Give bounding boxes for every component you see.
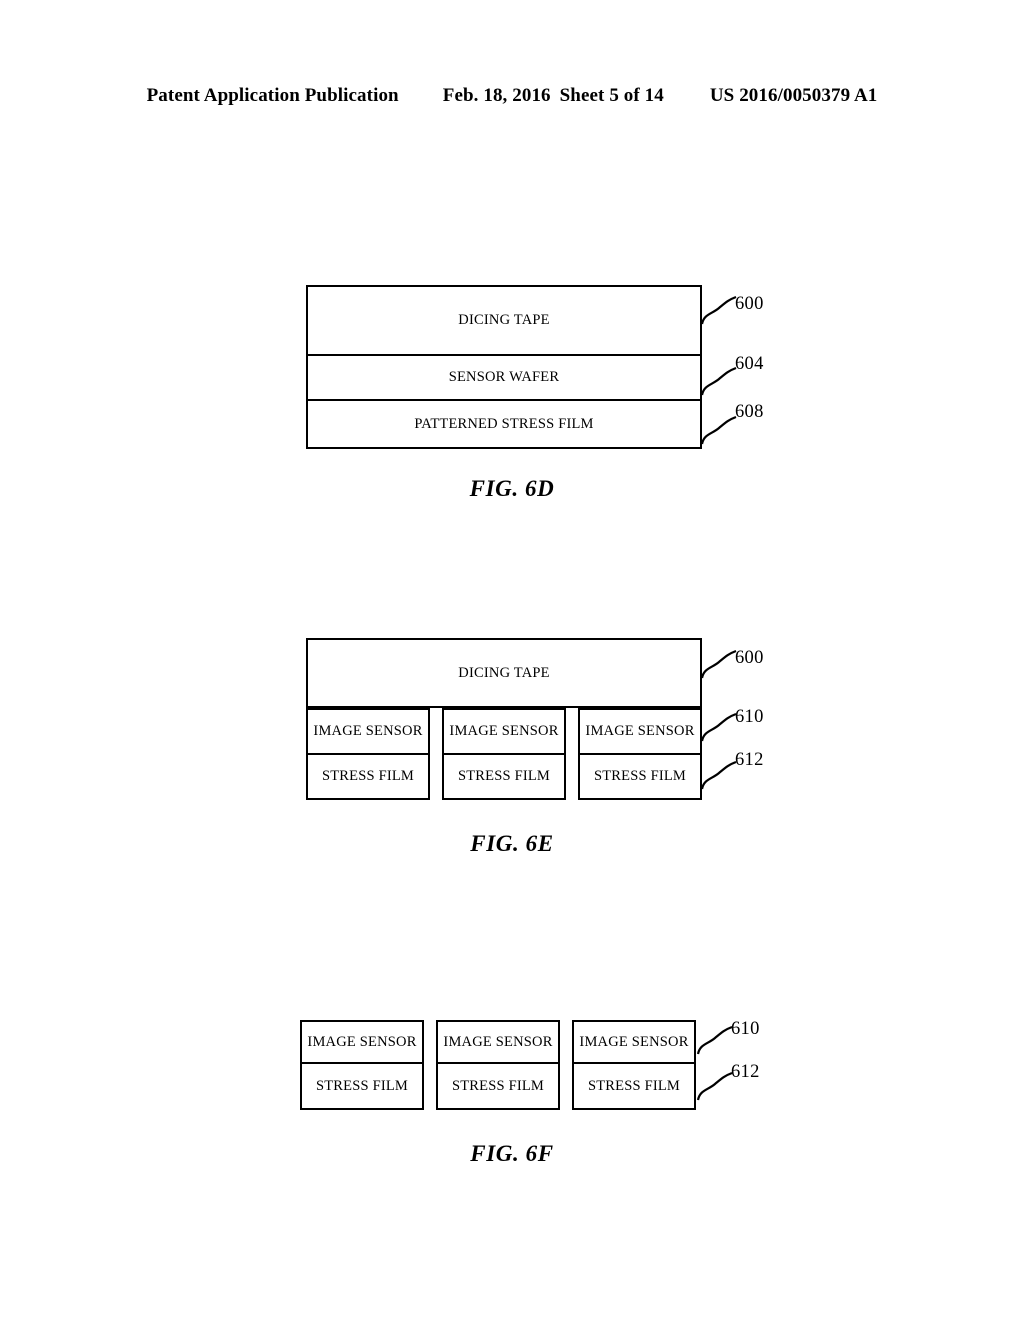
leader-line-610 — [696, 1025, 733, 1055]
header-sheet-number: Sheet 5 of 14 — [559, 85, 664, 106]
reference-numeral-600: 600 — [735, 648, 764, 668]
die-stack: IMAGE SENSOR STRESS FILM — [442, 708, 566, 800]
layer-label: IMAGE SENSOR — [579, 1033, 689, 1050]
layer-image-sensor: IMAGE SENSOR — [436, 1020, 560, 1064]
layer-label: DICING TAPE — [458, 312, 550, 328]
reference-numeral-612: 612 — [735, 750, 764, 770]
publication-header: Patent Application Publication Feb. 18, … — [0, 85, 1024, 107]
layer-label: STRESS FILM — [587, 1077, 681, 1094]
figure-6e-dicing-tape: DICING TAPE — [306, 638, 702, 708]
layer-sensor-wafer: SENSOR WAFER — [306, 356, 702, 401]
die-stack: IMAGE SENSOR STRESS FILM — [436, 1020, 560, 1110]
leader-line-610 — [700, 712, 737, 742]
layer-stress-film: STRESS FILM — [300, 1064, 424, 1110]
leader-line-612 — [696, 1071, 733, 1101]
patent-drawing-page: Patent Application Publication Feb. 18, … — [0, 0, 1024, 1320]
header-title: Patent Application Publication — [146, 85, 399, 106]
figure-6f-caption: FIG. 6F — [470, 1141, 554, 1166]
leader-line-600 — [700, 649, 737, 679]
figure-6d-caption: FIG. 6D — [469, 476, 555, 501]
layer-image-sensor: IMAGE SENSOR — [300, 1020, 424, 1064]
layer-label: IMAGE SENSOR — [307, 1033, 417, 1050]
layer-label: IMAGE SENSOR — [313, 723, 423, 739]
layer-stress-film: STRESS FILM — [572, 1064, 696, 1110]
die-stack: IMAGE SENSOR STRESS FILM — [300, 1020, 424, 1110]
layer-label: PATTERNED STRESS FILM — [414, 415, 594, 432]
layer-dicing-tape: DICING TAPE — [306, 285, 702, 356]
reference-numeral-604: 604 — [735, 354, 764, 374]
leader-line-608 — [700, 415, 737, 445]
layer-label: IMAGE SENSOR — [585, 723, 695, 739]
reference-numeral-608: 608 — [735, 402, 764, 422]
header-publication-date: Feb. 18, 2016 — [442, 85, 551, 106]
layer-dicing-tape: DICING TAPE — [306, 638, 702, 708]
die-stack: IMAGE SENSOR STRESS FILM — [572, 1020, 696, 1110]
layer-label: STRESS FILM — [451, 1077, 545, 1094]
layer-patterned-stress-film: PATTERNED STRESS FILM — [306, 401, 702, 449]
leader-line-600 — [700, 295, 737, 325]
reference-numeral-610: 610 — [735, 707, 764, 727]
layer-stress-film: STRESS FILM — [578, 755, 702, 800]
layer-label: STRESS FILM — [457, 768, 551, 784]
die-stack: IMAGE SENSOR STRESS FILM — [578, 708, 702, 800]
layer-image-sensor: IMAGE SENSOR — [572, 1020, 696, 1064]
leader-line-612 — [700, 760, 737, 790]
layer-label: SENSOR WAFER — [448, 369, 560, 385]
layer-stress-film: STRESS FILM — [442, 755, 566, 800]
die-stack: IMAGE SENSOR STRESS FILM — [306, 708, 430, 800]
layer-label: STRESS FILM — [593, 768, 687, 784]
layer-label: IMAGE SENSOR — [443, 1033, 553, 1050]
header-publication-number: US 2016/0050379 A1 — [709, 85, 878, 106]
reference-numeral-600: 600 — [735, 294, 764, 314]
reference-numeral-612: 612 — [731, 1062, 760, 1082]
reference-numeral-610: 610 — [731, 1019, 760, 1039]
layer-label: STRESS FILM — [321, 768, 415, 784]
layer-stress-film: STRESS FILM — [436, 1064, 560, 1110]
layer-label: STRESS FILM — [315, 1077, 409, 1094]
layer-image-sensor: IMAGE SENSOR — [306, 708, 430, 755]
layer-label: DICING TAPE — [458, 664, 550, 681]
figure-6e-die-row: IMAGE SENSOR STRESS FILM IMAGE SENSOR ST… — [306, 708, 702, 800]
layer-label: IMAGE SENSOR — [449, 723, 559, 739]
layer-image-sensor: IMAGE SENSOR — [442, 708, 566, 755]
layer-image-sensor: IMAGE SENSOR — [578, 708, 702, 755]
figure-6f-die-row: IMAGE SENSOR STRESS FILM IMAGE SENSOR ST… — [300, 1020, 698, 1110]
figure-6e-caption: FIG. 6E — [470, 831, 554, 856]
leader-line-604 — [700, 366, 737, 396]
figure-6d-stack: DICING TAPE SENSOR WAFER PATTERNED STRES… — [306, 285, 702, 449]
layer-stress-film: STRESS FILM — [306, 755, 430, 800]
